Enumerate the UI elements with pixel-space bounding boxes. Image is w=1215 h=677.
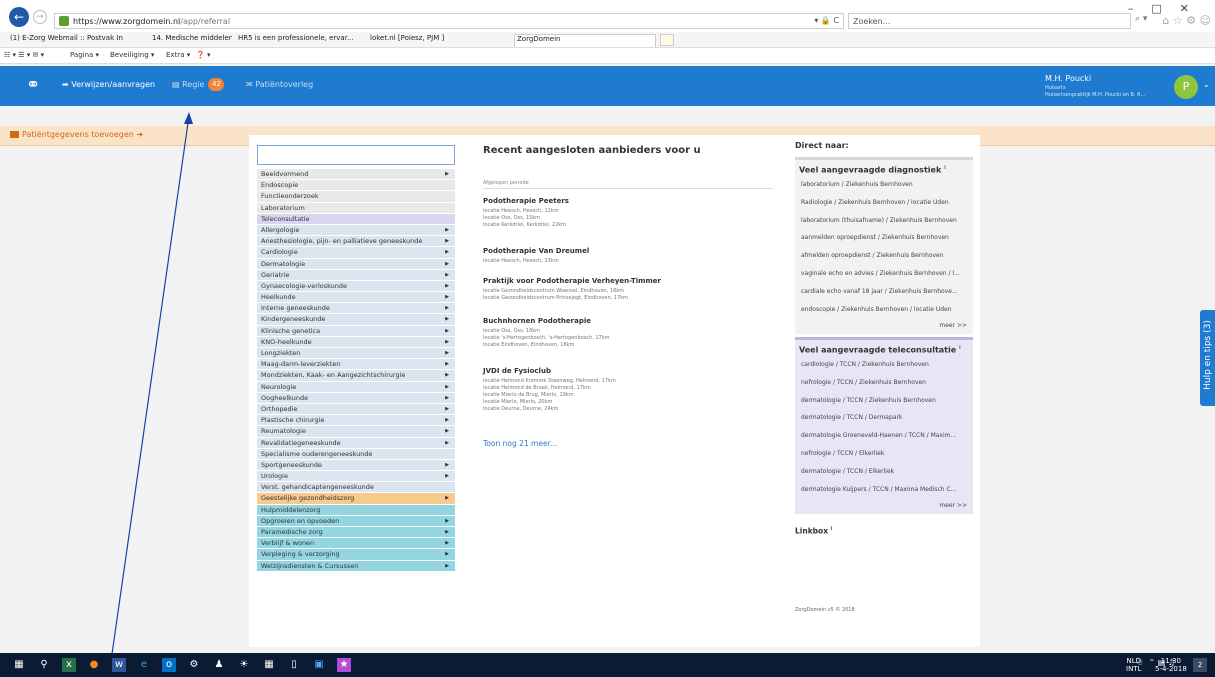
people-icon[interactable]: ♟ <box>212 658 226 672</box>
input-language[interactable]: NLD INTL <box>1126 657 1141 673</box>
image-icon[interactable]: ▣ <box>312 658 326 672</box>
app-icon[interactable]: ★ <box>337 658 351 672</box>
firefox-icon[interactable]: ● <box>87 658 101 672</box>
sun-icon[interactable]: ☀ <box>237 658 251 672</box>
outlook-icon[interactable]: o <box>162 658 176 672</box>
windows-start-icon[interactable]: ▦ <box>12 658 26 672</box>
clock-time: 11:30 <box>1160 657 1181 665</box>
clock-date: 5-4-2018 <box>1155 665 1187 673</box>
document-icon[interactable]: ▯ <box>287 658 301 672</box>
lang-top: NLD <box>1126 657 1141 665</box>
settings-gear-icon[interactable]: ⚙ <box>187 658 201 672</box>
calculator-icon[interactable]: ▦ <box>262 658 276 672</box>
annotation-arrow <box>109 112 193 669</box>
word-icon[interactable]: w <box>112 658 126 672</box>
windows-taskbar: ▦ ⚲ x ● w e o ⚙ ♟ ☀ ▦ ▯ ▣ ★ ☃ ⌃ ▤ ♫ NLD I… <box>0 653 1215 677</box>
search-icon[interactable]: ⚲ <box>37 658 51 672</box>
notifications-icon[interactable]: 2 <box>1193 658 1207 672</box>
internet-explorer-icon[interactable]: e <box>137 658 151 672</box>
clock[interactable]: 11:30 5-4-2018 <box>1155 657 1187 673</box>
excel-icon[interactable]: x <box>62 658 76 672</box>
lang-bottom: INTL <box>1126 665 1142 673</box>
